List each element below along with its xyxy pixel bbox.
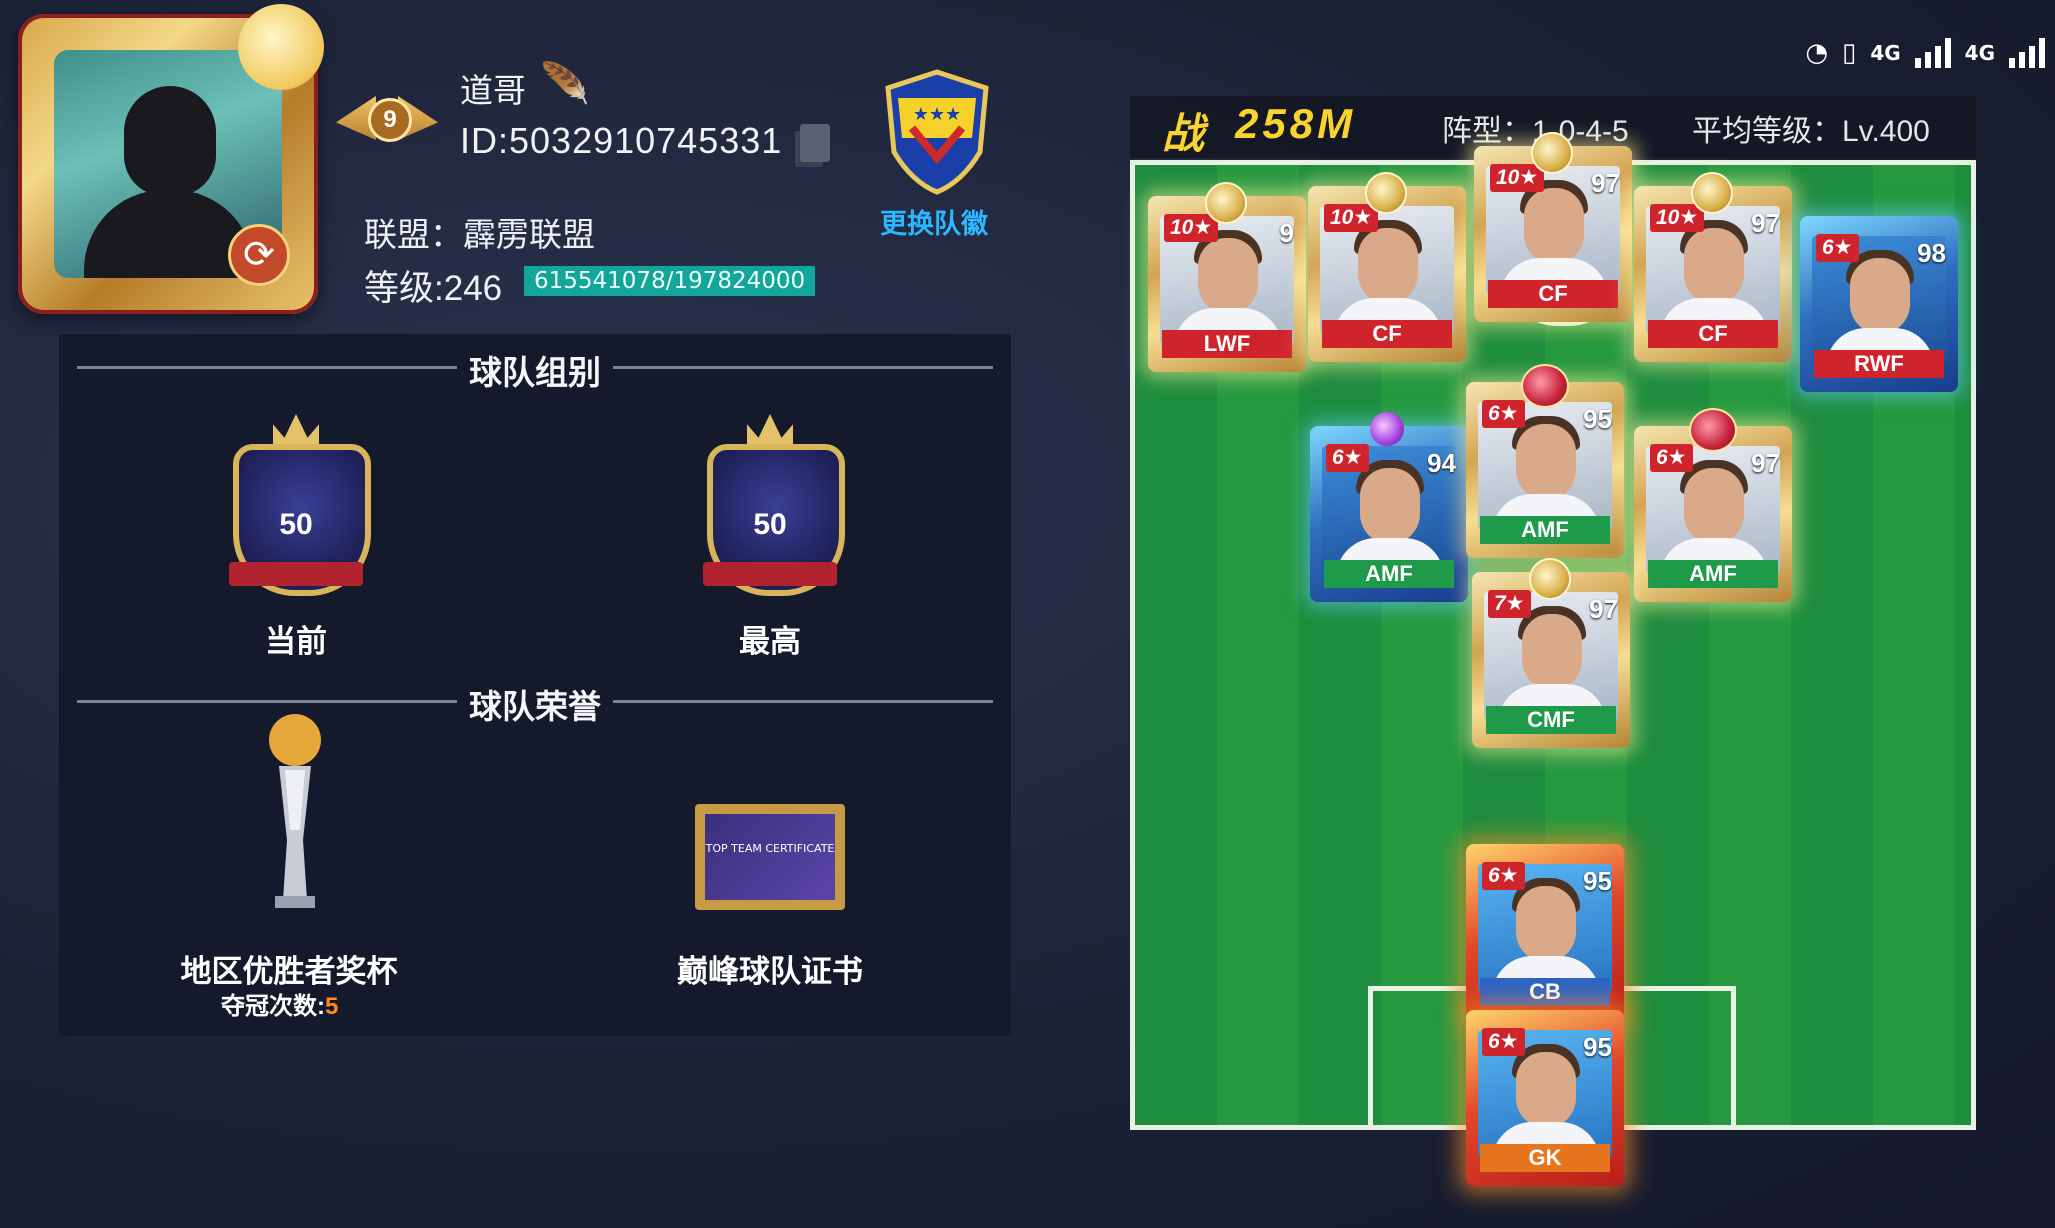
player-stars: 6★ [1482,862,1525,890]
player-card[interactable]: 6★ 98 RWF [1800,216,1958,392]
team-honors-header: 球队荣誉 [59,680,1011,728]
power-value: 258M [1235,100,1357,147]
player-rating: 95 [1583,404,1612,434]
player-card[interactable]: 6★ 97 AMF [1634,408,1792,602]
current-division-shield-icon: 50 [221,414,371,596]
gem-icon [1370,412,1404,446]
player-stars: 10★ [1490,164,1545,192]
player-level: 等级:246 [364,269,503,308]
world-cup-icon [1521,364,1569,408]
wins-label: 夺冠次数: [221,993,325,1020]
player-card[interactable]: 10★ 97 CF [1634,172,1792,362]
network-type-1: 4G [1870,41,1901,65]
player-position: CMF [1486,706,1616,734]
player-rating: 95 [1583,866,1612,896]
player-stars: 6★ [1326,444,1369,472]
highest-division-shield-icon: 50 [695,414,845,596]
edit-name-icon[interactable]: 🪶 [540,60,590,107]
player-stars: 10★ [1164,214,1219,242]
wins-value: 5 [325,993,339,1020]
player-position: AMF [1480,516,1610,544]
player-position: LWF [1162,330,1292,358]
change-emblem-button[interactable]: 更换队徽 [880,202,988,241]
player-position: GK [1480,1144,1610,1172]
exp-progress: 615541078/197824000 [524,266,816,296]
player-card[interactable]: 6★ 95 GK [1466,1010,1624,1186]
team-honors-title: 球队荣誉 [469,688,601,725]
vibrate-icon: ▯ [1842,38,1857,68]
player-stars: 6★ [1482,1028,1525,1056]
copy-icon[interactable] [800,124,830,162]
player-rating: 97 [1751,208,1780,238]
ball-icon [1365,172,1407,214]
certificate-label: 巅峰球队证书 [677,954,863,989]
player-rating: 98 [1917,238,1946,268]
ball-icon [1529,558,1571,600]
speed-icon: ◔ [1805,38,1828,68]
player-card[interactable]: 6★ 95 AMF [1466,364,1624,558]
world-cup-icon [1689,408,1737,452]
player-name: 道哥 [460,72,526,109]
player-card[interactable]: 6★ 94 AMF [1310,412,1468,602]
player-position: CF [1648,320,1778,348]
refresh-icon[interactable]: ⟳ [228,224,290,286]
team-info-panel: 球队组别 50 当前 50 最高 球队荣誉 地区优胜者奖杯 夺冠次数:5 TOP… [59,334,1011,1036]
signal-icon [2009,38,2045,68]
power-label: 战 [1162,110,1207,157]
player-position: RWF [1814,350,1944,378]
player-rating: 97 [1591,168,1620,198]
trophy-label: 地区优胜者奖杯 [180,954,398,989]
player-position: CF [1322,320,1452,348]
player-card[interactable]: 7★ 97 CMF [1472,558,1630,748]
player-position: CB [1480,978,1610,1006]
current-division-label: 当前 [265,624,327,659]
wins-count: 夺冠次数:5 [221,986,338,1021]
certificate-icon[interactable]: TOP TEAM CERTIFICATE [695,804,845,910]
rank-number: 9 [368,98,412,142]
player-stars: 7★ [1488,590,1531,618]
highest-division-label: 最高 [739,624,801,659]
player-card[interactable]: 10★ 97 CF [1474,132,1632,322]
player-card[interactable]: 6★ 95 CB [1466,844,1624,1020]
player-stars: 10★ [1650,204,1705,232]
svg-text:★★★: ★★★ [913,104,961,125]
player-stars: 10★ [1324,204,1379,232]
ball-icon [1531,132,1573,174]
ball-icon [1691,172,1733,214]
certificate-text: TOP TEAM CERTIFICATE [705,842,835,855]
league-name: 联盟：霹雳联盟 [364,216,595,253]
ball-icon [1205,182,1247,224]
player-position: AMF [1648,560,1778,588]
player-position: AMF [1324,560,1454,588]
current-division-value: 50 [279,508,313,541]
team-group-header: 球队组别 [59,346,1011,394]
player-rating: 97 [1589,594,1618,624]
status-bar: ◔ ▯ 4G 4G [1805,38,2045,68]
player-position: CF [1488,280,1618,308]
player-rating: 95 [1583,1032,1612,1062]
rank-badge: 9 [336,68,438,156]
player-stars: 6★ [1482,400,1525,428]
player-rating: 94 [1427,448,1456,478]
highest-division-value: 50 [753,508,787,541]
player-rating: 9 [1279,218,1294,248]
player-card[interactable]: 10★ CF [1308,172,1466,362]
player-id: ID:5032910745331 [460,120,783,161]
moon-icon [238,4,324,90]
avatar-frame[interactable]: ⟳ [18,4,324,314]
signal-icon [1914,38,1951,68]
average-level: 平均等级：Lv.400 [1692,115,1930,148]
team-emblem[interactable]: ★★★ [882,68,992,196]
player-stars: 6★ [1650,444,1693,472]
network-type-2: 4G [1964,41,1995,65]
trophy-icon[interactable] [245,710,345,920]
team-group-title: 球队组别 [469,354,601,391]
player-card[interactable]: 10★ 9 LWF [1148,182,1306,372]
player-rating: 97 [1751,448,1780,478]
player-stars: 6★ [1816,234,1859,262]
